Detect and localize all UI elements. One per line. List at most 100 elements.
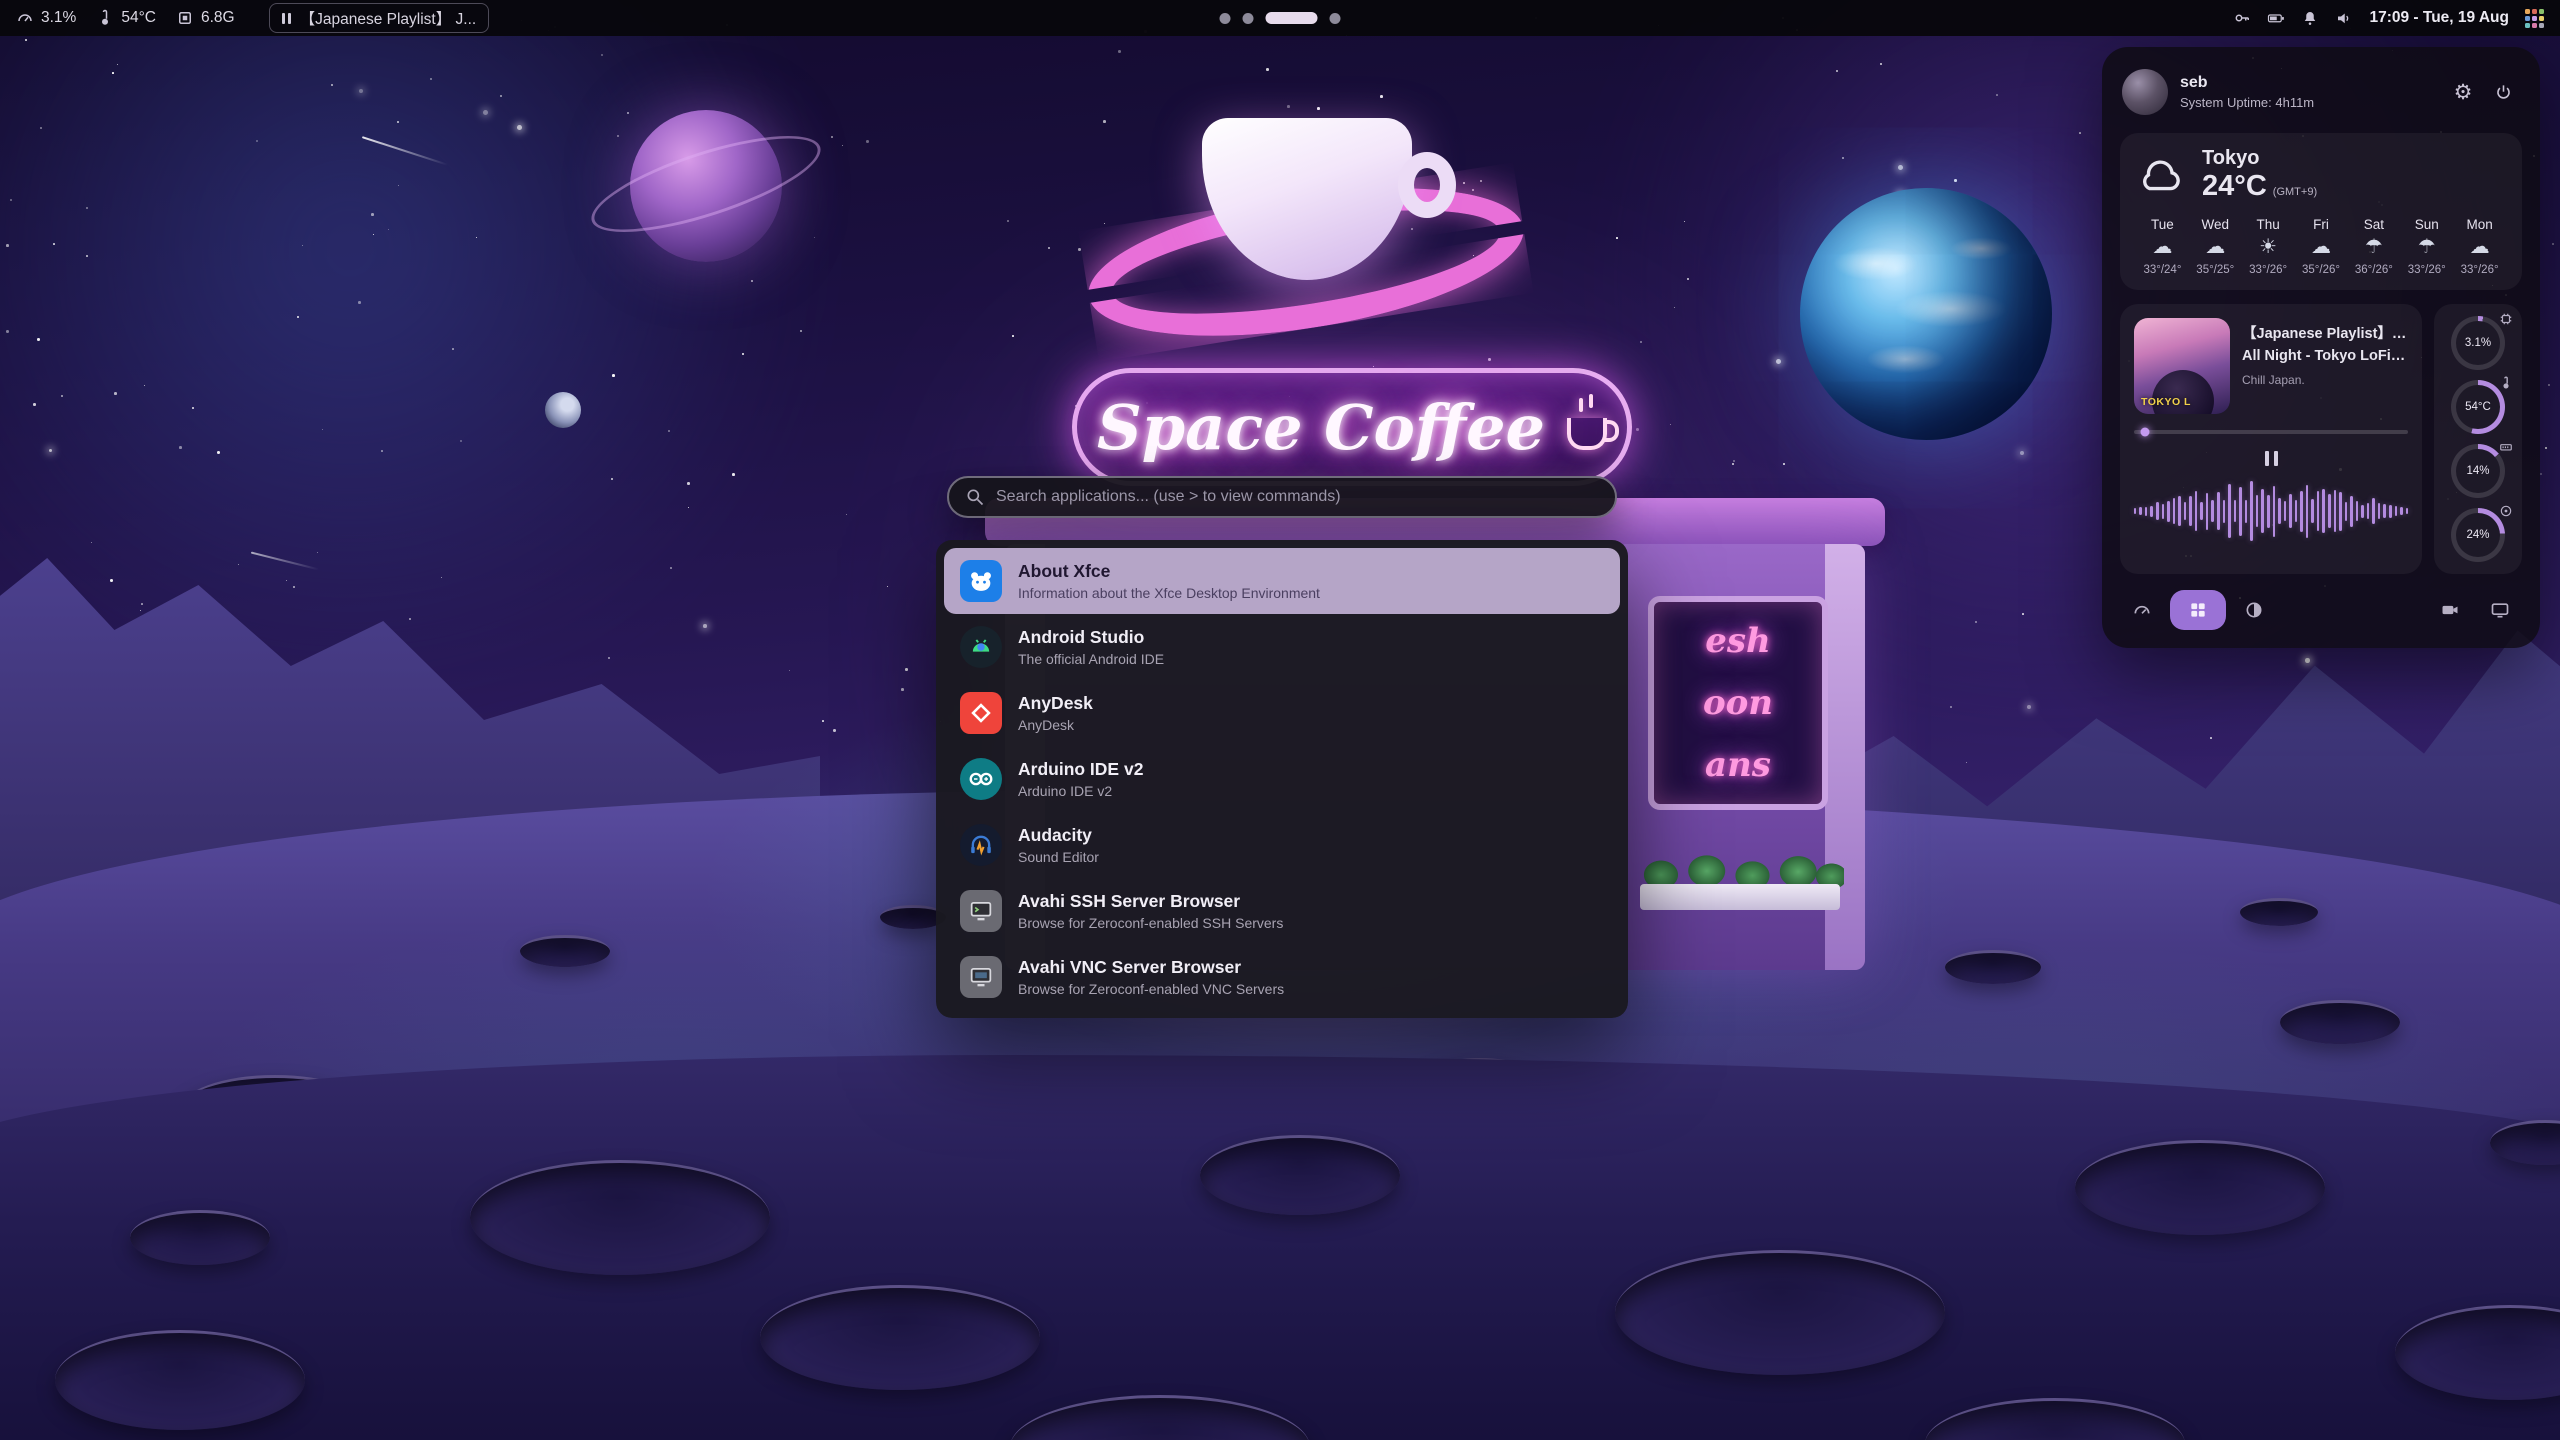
widgets-button[interactable] xyxy=(2170,590,2226,630)
performance-mode-button[interactable] xyxy=(2120,590,2164,630)
vpn-key-icon[interactable] xyxy=(2233,9,2251,27)
waveform-bar xyxy=(2367,503,2370,519)
anydesk-icon xyxy=(960,692,1002,734)
quick-actions xyxy=(2120,590,2522,630)
star xyxy=(517,125,522,130)
star xyxy=(608,657,610,659)
star xyxy=(1950,706,1952,708)
play-pause-button[interactable] xyxy=(2251,446,2291,470)
waveform-bar xyxy=(2289,494,2292,528)
waveform-bar xyxy=(2278,498,2281,524)
track-subtitle: Chill Japan. xyxy=(2242,373,2408,387)
media-progress-knob[interactable] xyxy=(2140,428,2149,437)
forecast-day: Sat☂36°/26° xyxy=(2347,217,2400,276)
waveform-bar xyxy=(2361,505,2364,518)
weather-city: Tokyo xyxy=(2202,147,2317,170)
star xyxy=(611,478,613,480)
star xyxy=(317,552,318,553)
star xyxy=(1898,165,1903,170)
screenshot-button[interactable] xyxy=(2478,590,2522,630)
app-grid-icon[interactable] xyxy=(2525,9,2544,28)
star xyxy=(144,385,145,386)
star xyxy=(460,440,462,442)
notification-bell-icon[interactable] xyxy=(2301,9,2319,27)
waveform-bar xyxy=(2395,506,2398,516)
screen-record-button[interactable] xyxy=(2428,590,2472,630)
star xyxy=(2027,705,2031,709)
result-row-anydesk[interactable]: AnyDeskAnyDesk xyxy=(944,680,1620,746)
appearance-button[interactable] xyxy=(2232,590,2276,630)
disk-gauge: 24% xyxy=(2451,508,2505,562)
earth-shadow xyxy=(1800,188,2052,440)
result-row-audacity[interactable]: AudacitySound Editor xyxy=(944,812,1620,878)
star xyxy=(2210,737,2212,739)
workspace-dot[interactable] xyxy=(1243,13,1254,24)
star xyxy=(1732,463,1734,465)
cpu-stat[interactable]: 3.1% xyxy=(16,9,76,27)
star xyxy=(117,64,118,65)
star xyxy=(789,670,790,671)
workspace-active-pill[interactable] xyxy=(1266,12,1318,24)
now-playing-pill[interactable]: 【Japanese Playlist】 J... xyxy=(269,3,490,33)
waveform-bar xyxy=(2317,491,2320,531)
clock[interactable]: 17:09 - Tue, 19 Aug xyxy=(2369,9,2509,27)
result-row-avahi-ssh[interactable]: Avahi SSH Server BrowserBrowse for Zeroc… xyxy=(944,878,1620,944)
star xyxy=(866,140,869,143)
star xyxy=(1836,70,1838,72)
waveform-bar xyxy=(2295,500,2298,522)
weather-forecast: Tue☁33°/24° Wed☁35°/25° Thu☀33°/26° Fri☁… xyxy=(2136,217,2506,276)
waveform-bar xyxy=(2162,504,2165,519)
star xyxy=(1996,94,1998,96)
star xyxy=(302,245,303,246)
waveform-bar xyxy=(2195,491,2198,531)
star xyxy=(483,110,488,115)
waveform-bar xyxy=(2245,500,2248,523)
star xyxy=(2020,451,2024,455)
star xyxy=(670,567,672,569)
waveform-bar xyxy=(2284,501,2287,521)
temperature-stat[interactable]: 54°C xyxy=(96,9,156,27)
launcher-search-bar[interactable] xyxy=(947,476,1617,518)
waveform-bar xyxy=(2345,502,2348,521)
forecast-weather-icon: ☁ xyxy=(2189,232,2242,262)
battery-icon[interactable] xyxy=(2267,9,2285,27)
star xyxy=(25,39,27,41)
star xyxy=(293,586,295,588)
forecast-weather-icon: ☀ xyxy=(2242,232,2295,262)
monitor-icon xyxy=(2490,600,2510,620)
avahi-ssh-icon xyxy=(960,890,1002,932)
result-row-arduino-ide[interactable]: Arduino IDE v2Arduino IDE v2 xyxy=(944,746,1620,812)
search-input[interactable] xyxy=(996,488,1599,506)
star xyxy=(140,610,141,611)
foreground-terrain xyxy=(0,1055,2560,1440)
star xyxy=(742,353,744,355)
media-progress-bar[interactable] xyxy=(2134,430,2408,434)
track-title-line1: 【Japanese Playlist】 Japan xyxy=(2242,322,2408,343)
memory-stat[interactable]: 6.8G xyxy=(176,9,235,27)
result-title: AnyDesk xyxy=(1018,693,1093,714)
power-button[interactable] xyxy=(2486,75,2520,109)
result-row-avahi-vnc[interactable]: Avahi VNC Server BrowserBrowse for Zeroc… xyxy=(944,944,1620,1010)
forecast-weather-icon: ☁ xyxy=(2136,232,2189,262)
star xyxy=(1048,247,1050,249)
workspace-dot[interactable] xyxy=(1330,13,1341,24)
forecast-day: Sun☂33°/26° xyxy=(2400,217,2453,276)
star xyxy=(703,624,707,628)
star xyxy=(1266,68,1269,71)
star xyxy=(687,482,690,485)
settings-button[interactable]: ⚙ xyxy=(2446,75,2480,109)
system-gauges: 3.1% 54°C 14% 24% xyxy=(2434,304,2522,574)
waveform-bar xyxy=(2156,502,2159,520)
workspace-dot[interactable] xyxy=(1220,13,1231,24)
space-coffee-sign: Space Coffee xyxy=(1072,368,1632,486)
star xyxy=(901,688,904,691)
result-row-android-studio[interactable]: Android StudioThe official Android IDE xyxy=(944,614,1620,680)
waveform-bar xyxy=(2306,485,2309,538)
result-row-about-xfce[interactable]: About XfceInformation about the Xfce Des… xyxy=(944,548,1620,614)
waveform-bar xyxy=(2389,505,2392,518)
result-description: Sound Editor xyxy=(1018,849,1099,865)
star xyxy=(1103,120,1106,123)
volume-icon[interactable] xyxy=(2335,9,2353,27)
launcher-results: About XfceInformation about the Xfce Des… xyxy=(936,540,1628,1018)
star xyxy=(1012,335,1014,337)
